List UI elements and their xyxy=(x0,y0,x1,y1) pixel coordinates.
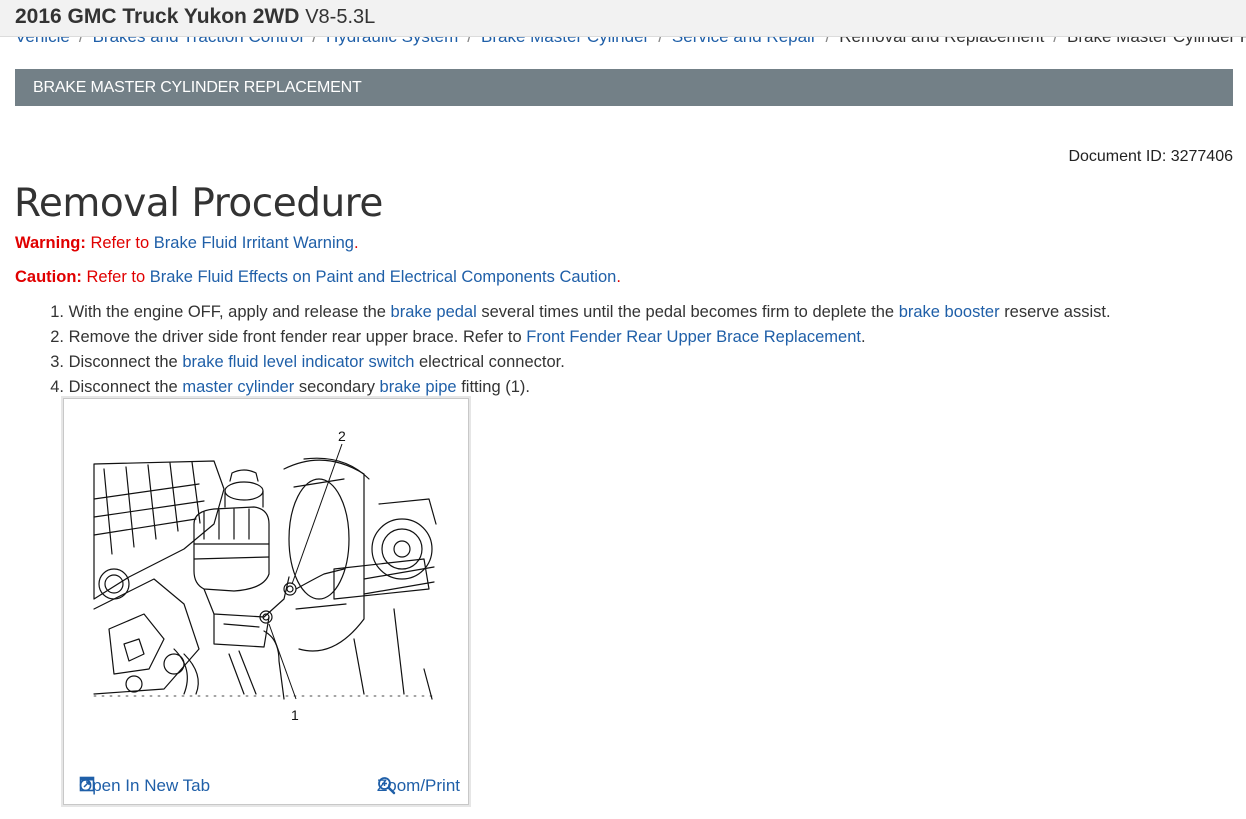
zoom-print-button[interactable]: Zoom/Print xyxy=(377,776,460,796)
vehicle-engine: V8-5.3L xyxy=(305,6,376,28)
step-number: 1. xyxy=(50,303,64,321)
section-title-bar: BRAKE MASTER CYLINDER REPLACEMENT xyxy=(15,69,1233,106)
warning-notice: Warning: Refer to Brake Fluid Irritant W… xyxy=(15,234,359,253)
warning-end: . xyxy=(353,234,359,252)
top-header: 2016 GMC Truck Yukon 2WD V8-5.3L xyxy=(0,0,1246,37)
step-text: fitting (1). xyxy=(461,378,530,396)
brake-pipe-link[interactable]: brake pipe xyxy=(380,378,457,396)
step-text: several times until the pedal becomes fi… xyxy=(481,303,895,321)
vehicle-title: 2016 GMC Truck Yukon 2WD V8-5.3L xyxy=(15,5,375,29)
caution-notice: Caution: Refer to Brake Fluid Effects on… xyxy=(15,268,621,287)
step-text: secondary xyxy=(298,378,375,396)
caution-link[interactable]: Brake Fluid Effects on Paint and Electri… xyxy=(150,268,617,286)
step-text: electrical connector. xyxy=(418,353,565,371)
step-number: 4. xyxy=(50,378,64,396)
step-number: 2. xyxy=(50,328,64,346)
callout-1: 1 xyxy=(291,707,299,723)
step-text: Remove the driver side front fender rear… xyxy=(68,328,522,346)
open-in-new-tab-label: Open In New Tab xyxy=(79,776,211,795)
callout-2: 2 xyxy=(338,428,346,444)
step-text: With the engine OFF, apply and release t… xyxy=(68,303,386,321)
fender-brace-link[interactable]: Front Fender Rear Upper Brace Replacemen… xyxy=(526,328,861,346)
caution-end: . xyxy=(616,268,621,286)
master-cylinder-link[interactable]: master cylinder xyxy=(182,378,294,396)
step-item: 2. Remove the driver side front fender r… xyxy=(15,325,1111,350)
vehicle-model: 2016 GMC Truck Yukon 2WD xyxy=(15,5,300,28)
section-title: BRAKE MASTER CYLINDER REPLACEMENT xyxy=(33,79,362,96)
open-new-tab-icon xyxy=(79,776,95,792)
step-text: reserve assist. xyxy=(1004,303,1111,321)
brake-booster-link[interactable]: brake booster xyxy=(899,303,1000,321)
open-in-new-tab-button[interactable]: Open In New Tab xyxy=(79,776,210,796)
step-item: 3. Disconnect the brake fluid level indi… xyxy=(15,350,1111,375)
brake-pedal-link[interactable]: brake pedal xyxy=(391,303,477,321)
fluid-level-switch-link[interactable]: brake fluid level indicator switch xyxy=(182,353,414,371)
warning-label: Warning: xyxy=(15,234,86,252)
step-text: Disconnect the xyxy=(68,378,178,396)
caution-refer: Refer to xyxy=(86,268,146,286)
step-text: Disconnect the xyxy=(68,353,178,371)
document-id: Document ID: 3277406 xyxy=(1068,148,1233,165)
step-text: . xyxy=(861,328,866,346)
step-item: 1. With the engine OFF, apply and releas… xyxy=(15,300,1111,325)
warning-link[interactable]: Brake Fluid Irritant Warning xyxy=(154,234,354,252)
step-number: 3. xyxy=(50,353,64,371)
caution-label: Caution: xyxy=(15,268,82,286)
step-item: 4. Disconnect the master cylinder second… xyxy=(15,375,1111,400)
procedure-title: Removal Procedure xyxy=(14,181,383,226)
zoom-in-icon xyxy=(377,777,396,795)
figure-card: 1 2 Open In New Tab Zoom/Print xyxy=(63,398,469,805)
master-cylinder-illustration[interactable]: 1 2 xyxy=(64,399,468,767)
figure-footer: Open In New Tab Zoom/Print xyxy=(64,768,468,804)
procedure-steps: 1. With the engine OFF, apply and releas… xyxy=(15,300,1111,400)
warning-refer: Refer to xyxy=(90,234,150,252)
